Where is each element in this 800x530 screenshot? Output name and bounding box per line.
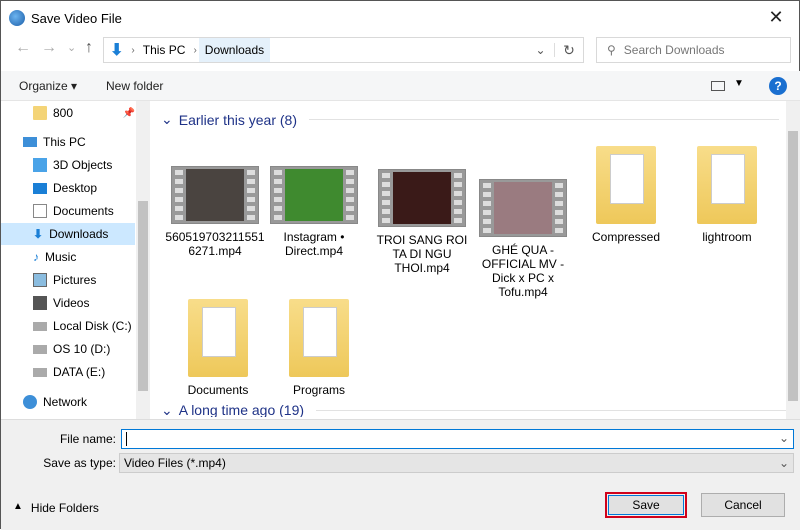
file-name: Documents xyxy=(187,383,249,397)
folder-item[interactable]: Compressed xyxy=(574,146,678,244)
folder-icon xyxy=(33,106,47,120)
navigation-pane: 800 📌 This PC 3D Objects Desktop Document… xyxy=(1,101,151,419)
title-bar: Save Video File xyxy=(9,9,122,27)
search-placeholder: Search Downloads xyxy=(623,43,725,57)
content-scrollbar[interactable] xyxy=(786,101,800,419)
chevron-down-icon: ⌄ xyxy=(778,456,789,470)
view-dropdown-icon[interactable]: ▼ xyxy=(734,78,744,89)
forward-button[interactable]: → xyxy=(41,39,57,57)
save-form: File name: ⌄ Save as type: Video Files (… xyxy=(1,419,800,530)
sidebar-item-this-pc[interactable]: This PC xyxy=(1,131,135,153)
save-as-type-select[interactable]: Video Files (*.mp4) ⌄ xyxy=(119,453,794,473)
folder-icon xyxy=(289,299,349,377)
search-icon: ⚲ xyxy=(607,43,616,57)
address-bar[interactable]: ⬇ › This PC › Downloads ⌄ ↻ xyxy=(103,37,584,63)
sidebar-item-desktop[interactable]: Desktop xyxy=(1,177,135,199)
up-button[interactable]: ↑ xyxy=(85,39,93,57)
sidebar-item-music[interactable]: ♪ Music xyxy=(1,246,135,268)
video-thumbnail-icon xyxy=(171,166,259,224)
folder-icon xyxy=(596,146,656,224)
sidebar-item-os-10-d[interactable]: OS 10 (D:) xyxy=(1,338,135,360)
help-button[interactable]: ? xyxy=(769,77,787,95)
video-icon xyxy=(33,296,47,310)
toolbar: Organize ▾ New folder ▼ ? xyxy=(1,71,800,101)
sidebar-item-pictures[interactable]: Pictures xyxy=(1,269,135,291)
folder-icon xyxy=(697,146,757,224)
sidebar-item-local-disk-c[interactable]: Local Disk (C:) xyxy=(1,315,135,337)
folder-icon xyxy=(188,299,248,377)
back-button[interactable]: ← xyxy=(15,39,31,57)
chevron-up-icon: ▲ xyxy=(13,501,23,512)
file-item[interactable]: TROI SANG ROI TA DI NGU THOI.mp4 xyxy=(370,169,474,275)
close-button[interactable]: ✕ xyxy=(761,5,791,29)
new-folder-button[interactable]: New folder xyxy=(106,79,163,93)
folder-item[interactable]: Documents xyxy=(166,299,270,397)
file-name: lightroom xyxy=(702,230,752,244)
pin-icon[interactable]: 📌 xyxy=(123,108,135,119)
sidebar-item-downloads[interactable]: ⬇ Downloads xyxy=(1,223,135,245)
sidebar-item-data-e[interactable]: DATA (E:) xyxy=(1,361,135,383)
file-name: Programs xyxy=(292,383,345,397)
chevron-down-icon[interactable]: ⌄ xyxy=(779,431,789,445)
sidebar-item-3d-objects[interactable]: 3D Objects xyxy=(1,154,135,176)
sidebar-item-800[interactable]: 800 📌 xyxy=(1,102,135,124)
group-header-earlier[interactable]: ⌄ Earlier this year (8) xyxy=(161,111,779,128)
folder-item[interactable]: lightroom xyxy=(675,146,779,244)
save-highlight: Save xyxy=(605,492,687,518)
file-name-label: File name: xyxy=(59,432,116,446)
drive-icon xyxy=(33,321,47,331)
address-dropdown-button[interactable]: ⌄ xyxy=(527,43,555,57)
refresh-button[interactable]: ↻ xyxy=(555,42,583,59)
file-item[interactable]: Instagram • Direct.mp4 xyxy=(262,166,366,258)
breadcrumb-downloads[interactable]: Downloads xyxy=(198,38,271,62)
cancel-button[interactable]: Cancel xyxy=(701,493,785,517)
video-thumbnail-icon xyxy=(479,179,567,237)
breadcrumb-this-pc[interactable]: This PC xyxy=(137,38,192,62)
file-name-input[interactable]: ⌄ xyxy=(121,429,794,449)
file-item[interactable]: GHÉ QUA - OFFICIAL MV - Dick x PC x Tofu.mp… xyxy=(471,179,575,299)
chevron-down-icon: ⌄ xyxy=(161,111,173,127)
hide-folders-button[interactable]: ▲ Hide Folders xyxy=(13,501,99,515)
download-icon: ⬇ xyxy=(110,42,124,59)
chevron-down-icon: ⌄ xyxy=(161,403,173,417)
file-name: Compressed xyxy=(591,230,661,244)
video-thumbnail-icon xyxy=(378,169,466,227)
file-name: 5605197032115516271.mp4 xyxy=(165,230,265,258)
file-item[interactable]: 5605197032115516271.mp4 xyxy=(163,166,267,258)
sidebar-scrollbar[interactable] xyxy=(136,101,150,419)
save-button[interactable]: Save xyxy=(608,495,684,515)
drive-icon xyxy=(33,367,47,377)
sidebar-item-documents[interactable]: Documents xyxy=(1,200,135,222)
window-title: Save Video File xyxy=(31,10,122,26)
save-as-type-label: Save as type: xyxy=(43,456,116,470)
video-thumbnail-icon xyxy=(270,166,358,224)
group-header-long-ago[interactable]: ⌄ A long time ago (19) xyxy=(161,403,787,417)
sidebar-item-videos[interactable]: Videos xyxy=(1,292,135,314)
download-icon: ⬇ xyxy=(33,227,44,241)
search-input[interactable]: ⚲ Search Downloads xyxy=(596,37,791,63)
document-icon xyxy=(33,204,47,218)
music-icon: ♪ xyxy=(33,250,39,264)
computer-icon xyxy=(23,137,37,147)
file-name: TROI SANG ROI TA DI NGU THOI.mp4 xyxy=(376,233,468,275)
network-icon xyxy=(23,395,37,409)
folder-item[interactable]: Programs xyxy=(267,299,371,397)
drive-icon xyxy=(33,344,47,354)
organize-button[interactable]: Organize ▾ xyxy=(19,79,77,93)
recent-locations-button[interactable]: ⌄ xyxy=(67,41,76,54)
view-options-icon[interactable] xyxy=(711,81,725,91)
picture-icon xyxy=(33,273,47,287)
app-logo-icon xyxy=(9,10,25,26)
file-name: Instagram • Direct.mp4 xyxy=(283,230,345,258)
sidebar-item-network[interactable]: Network xyxy=(1,391,135,413)
cube-icon xyxy=(33,158,47,172)
desktop-icon xyxy=(33,182,47,194)
file-name: GHÉ QUA - OFFICIAL MV - Dick x PC x Tofu.mp… xyxy=(481,243,565,299)
